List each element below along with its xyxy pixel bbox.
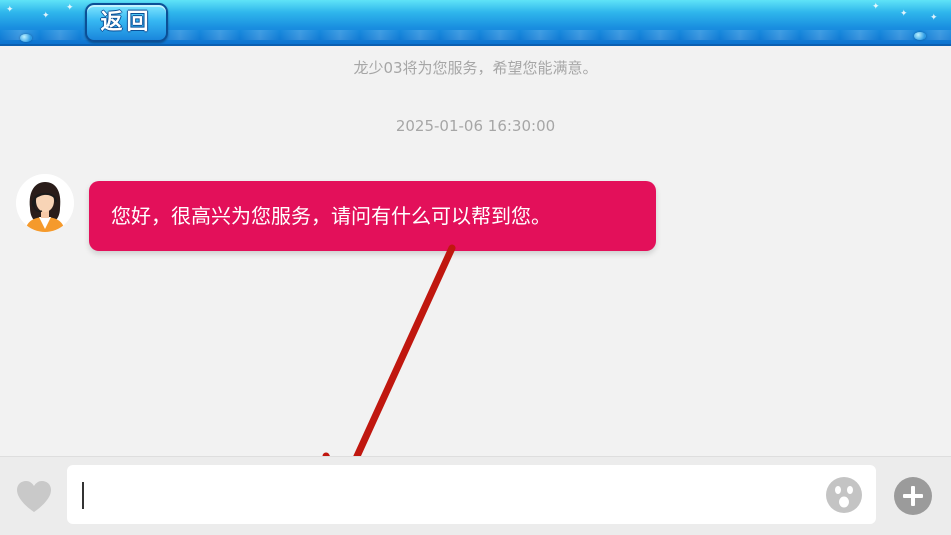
- favorite-button[interactable]: [14, 479, 54, 515]
- emoji-button[interactable]: [825, 476, 863, 514]
- more-options-button[interactable]: [893, 476, 933, 516]
- sparkle-icon: ✦: [930, 13, 938, 23]
- droplet-icon: [20, 34, 32, 42]
- sparkle-icon: ✦: [6, 5, 14, 15]
- message-input[interactable]: [67, 465, 876, 524]
- top-bar: ✦ ✦ ✦ ✦ ✦ ✦ 返回: [0, 0, 951, 46]
- sparkle-icon: ✦: [872, 2, 880, 12]
- message-timestamp: 2025-01-06 16:30:00: [395, 117, 556, 135]
- agent-message-bubble: 您好，很高兴为您服务，请问有什么可以帮到您。: [89, 181, 656, 251]
- back-button[interactable]: 返回: [85, 3, 168, 42]
- sparkle-icon: ✦: [66, 3, 74, 13]
- service-notice: 龙少03将为您服务，希望您能满意。: [353, 59, 598, 77]
- input-bar: [0, 456, 951, 535]
- sparkle-icon: ✦: [900, 9, 908, 19]
- heart-icon: [17, 481, 51, 512]
- text-caret: [82, 482, 84, 509]
- sparkle-icon: ✦: [42, 11, 50, 21]
- emoji-icon: [826, 477, 862, 513]
- customer-service-agent-icon: [16, 174, 74, 232]
- agent-avatar: [16, 174, 74, 232]
- droplet-icon: [914, 32, 926, 40]
- annotation-arrow: [322, 244, 456, 494]
- plus-icon: [894, 477, 932, 515]
